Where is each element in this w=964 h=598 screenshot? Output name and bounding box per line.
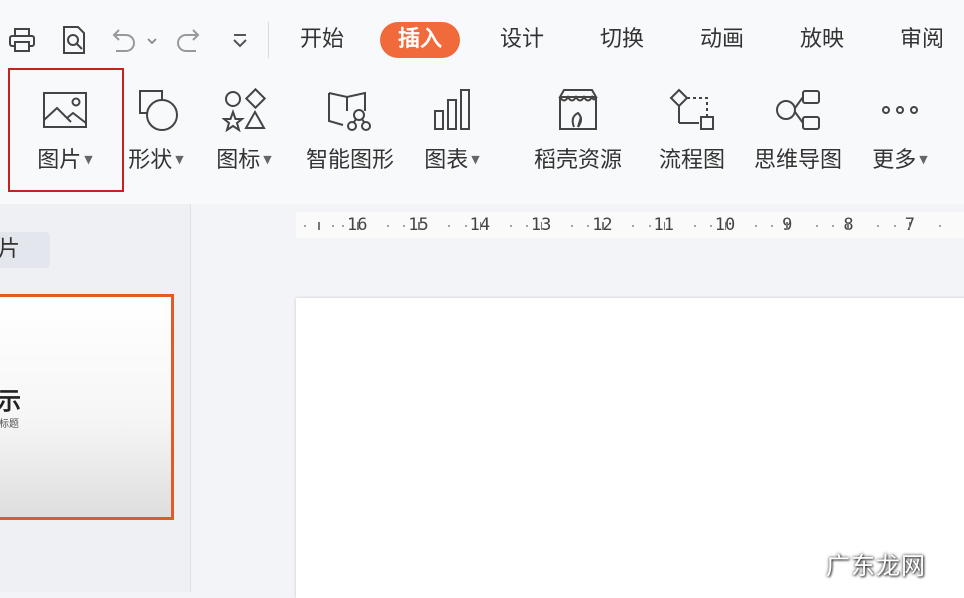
- slide-panel: 幻灯片 演示 副标题: [0, 204, 191, 592]
- flowchart-button[interactable]: 流程图: [648, 80, 736, 198]
- flowchart-icon: [648, 86, 736, 134]
- chart-icon: [414, 86, 490, 134]
- dropdown-caret-icon: ▼: [919, 153, 928, 166]
- ruler-dot: [464, 225, 467, 227]
- smartart-icon: [298, 86, 402, 134]
- picture-button-highlight: [8, 68, 124, 192]
- ruler-tick: [479, 222, 482, 230]
- chart-label: 图表: [424, 148, 469, 173]
- icons-label: 图标: [216, 148, 261, 173]
- more-button[interactable]: 更多 ▼: [862, 80, 938, 198]
- tab-transitions[interactable]: 切换: [600, 22, 644, 58]
- ruler-tick: [786, 222, 788, 230]
- shapes-icon: [118, 86, 194, 134]
- smartart-label: 智能图形: [305, 148, 394, 173]
- print-icon[interactable]: [4, 22, 40, 58]
- ruler-dot: [832, 225, 835, 227]
- mindmap-icon: [746, 86, 850, 134]
- dropdown-caret-icon: ▼: [471, 153, 480, 166]
- ruler-dot: [304, 225, 306, 227]
- mindmap-button[interactable]: 思维导图: [746, 80, 850, 198]
- tab-home[interactable]: 开始: [300, 22, 344, 58]
- thumbnail-title: 演示: [0, 381, 21, 416]
- ruler-dot: [877, 225, 880, 227]
- chart-button[interactable]: 图表 ▼: [414, 80, 490, 198]
- ruler-dot: [754, 225, 757, 227]
- menu-bar: 开始 插入 设计 切换 动画 放映 审阅: [0, 0, 964, 80]
- docer-resources-icon: [522, 86, 634, 134]
- icons-button[interactable]: 图标 ▼: [206, 80, 282, 198]
- ruler-dot: [509, 225, 512, 227]
- ruler-tick: [908, 222, 911, 230]
- dropdown-caret-icon: ▼: [175, 153, 184, 166]
- ruler-dot: [387, 225, 389, 227]
- tab-review[interactable]: 审阅: [900, 22, 944, 58]
- mindmap-label: 思维导图: [753, 148, 842, 173]
- ruler-dot: [587, 225, 590, 227]
- ruler-tick: [540, 222, 543, 230]
- ruler-dot: [448, 225, 451, 227]
- customize-dropdown-icon[interactable]: [226, 22, 254, 58]
- ruler-dot: [938, 225, 941, 227]
- smartart-button[interactable]: 智能图形: [298, 80, 402, 198]
- tab-design[interactable]: 设计: [500, 22, 544, 58]
- ruler-dot: [570, 225, 573, 227]
- ruler-dot: [709, 225, 712, 227]
- slides-tab[interactable]: 幻灯片: [0, 232, 50, 268]
- ruler-tick: [318, 222, 320, 230]
- ruler-tick: [663, 222, 665, 230]
- toolbar-separator: [268, 22, 269, 58]
- slide-thumbnail[interactable]: 演示 副标题: [0, 294, 174, 520]
- tab-slideshow[interactable]: 放映: [800, 22, 844, 58]
- undo-icon[interactable]: [104, 22, 160, 58]
- ruler-tick: [847, 222, 849, 230]
- more-icon: [862, 86, 938, 134]
- dropdown-caret-icon: ▼: [263, 153, 272, 166]
- watermark: 广东龙网: [826, 552, 926, 580]
- ruler-dot: [525, 225, 528, 227]
- thumbnail-subtitle: 副标题: [0, 419, 19, 430]
- ruler-dot: [771, 225, 774, 227]
- ruler-dot: [893, 225, 896, 227]
- slides-tab-label: 幻灯片: [0, 237, 21, 262]
- insert-ribbon: 图片 ▼ 形状 ▼ 图标 ▼ 智能图形 图表 ▼ 稻壳资源 流程图 思维导图 更…: [0, 80, 964, 204]
- shapes-button[interactable]: 形状 ▼: [118, 80, 194, 198]
- redo-icon[interactable]: [172, 22, 208, 58]
- horizontal-ruler[interactable]: 16151413121110987: [296, 212, 964, 238]
- ruler-dot: [632, 225, 635, 227]
- shapes-label: 形状: [128, 148, 173, 173]
- ruler-dot: [332, 225, 334, 227]
- ruler-dot: [816, 225, 819, 227]
- ruler-dot: [693, 225, 696, 227]
- ruler-dot: [342, 225, 344, 227]
- ruler-tick: [602, 222, 604, 230]
- docer-resources-label: 稻壳资源: [533, 148, 622, 173]
- ruler-tick: [357, 222, 359, 230]
- docer-resources-button[interactable]: 稻壳资源: [522, 80, 634, 198]
- tab-insert[interactable]: 插入: [380, 22, 461, 58]
- print-preview-icon[interactable]: [56, 22, 92, 58]
- icons-icon: [206, 86, 282, 134]
- ruler-dot: [403, 225, 406, 227]
- ruler-tick: [724, 222, 727, 230]
- flowchart-label: 流程图: [658, 148, 725, 173]
- tab-animations[interactable]: 动画: [700, 22, 744, 58]
- ruler-tick: [418, 222, 420, 230]
- more-label: 更多: [872, 148, 917, 173]
- ruler-dot: [648, 225, 651, 227]
